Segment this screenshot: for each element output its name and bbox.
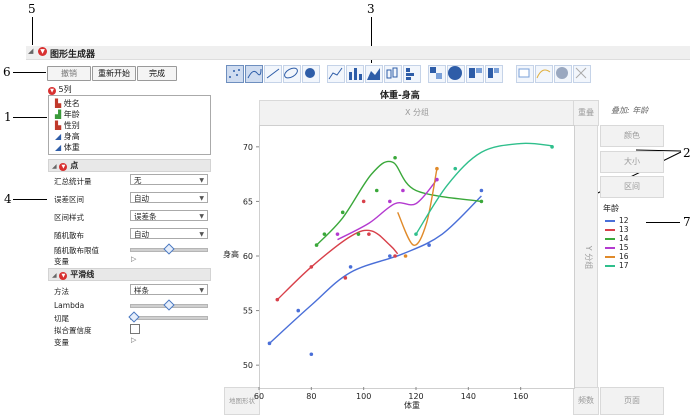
data-point (550, 145, 554, 149)
data-point (314, 243, 319, 247)
data-point (479, 199, 484, 204)
y-tick-label: 55 (243, 307, 253, 316)
data-point (275, 297, 280, 302)
data-point (343, 276, 348, 280)
data-point (479, 188, 484, 193)
x-tick-label: 140 (461, 392, 476, 401)
y-tick-label: 60 (243, 252, 253, 261)
y-tick-label: 50 (243, 361, 253, 370)
x-tick-label: 80 (306, 392, 316, 401)
data-point (361, 199, 366, 204)
data-point (414, 232, 418, 236)
data-point (374, 188, 379, 193)
data-point (393, 254, 397, 258)
smoother-line-13 (276, 229, 399, 301)
data-point (367, 232, 371, 236)
x-tick-label: 60 (254, 392, 264, 401)
x-tick-label: 100 (356, 392, 371, 401)
data-point (322, 232, 327, 236)
smoother-line-15 (337, 179, 438, 241)
data-point (267, 341, 272, 346)
y-tick-label: 65 (243, 197, 253, 206)
data-point (296, 308, 301, 313)
data-point (309, 352, 314, 357)
y-tick-label: 70 (243, 143, 253, 152)
data-point (348, 265, 353, 269)
scatter-chart: 60 80 100 120 140 160 50 55 60 65 70 (243, 142, 554, 401)
data-point (388, 199, 392, 204)
data-point (388, 254, 392, 258)
data-point (309, 265, 314, 269)
x-tick-label: 160 (513, 392, 528, 401)
smoother-line-17 (415, 142, 553, 235)
data-point (435, 177, 439, 182)
data-point (401, 188, 405, 193)
data-point (340, 210, 345, 215)
data-point (393, 155, 397, 160)
data-point (403, 254, 408, 258)
data-point (356, 232, 361, 236)
data-point (435, 166, 439, 171)
data-point (427, 243, 431, 247)
data-point (453, 166, 458, 171)
x-tick-label: 120 (408, 392, 423, 401)
data-point (335, 232, 340, 236)
